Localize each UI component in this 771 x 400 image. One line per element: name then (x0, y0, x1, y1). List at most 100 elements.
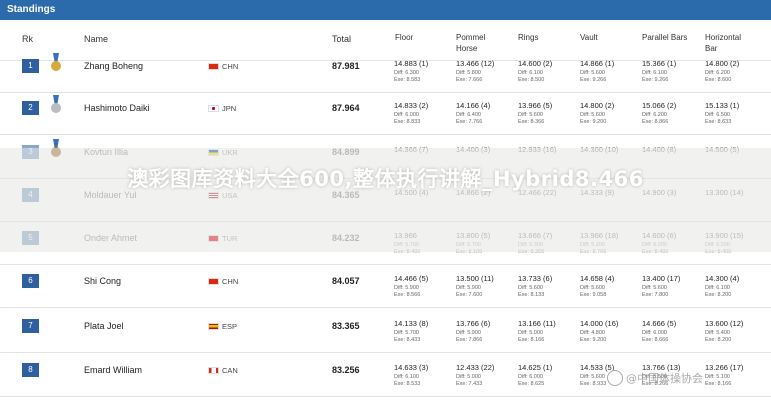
header-floor: Floor (395, 33, 414, 42)
difficulty-score: Diff: 5.800 (456, 70, 481, 76)
header-name: Name (84, 34, 109, 44)
event-score-cell: 13.500 (11) Diff: 5.900 Exe: 7.600 (456, 274, 494, 299)
table-row[interactable]: 7 Plata Joel ESP 83.365 14.133 (8) Diff: 5.70… (0, 310, 771, 353)
weibo-icon (607, 370, 623, 386)
nation-code: JPN (222, 104, 237, 113)
rank-badge: 7 (22, 319, 39, 333)
difficulty-score: Diff: 6.000 (642, 330, 667, 336)
event-score-cell: 13.966 (5) Diff: 5.600 Exe: 8.366 (518, 101, 552, 126)
event-score-cell: 15.366 (1) Diff: 6.100 Exe: 9.266 (642, 59, 676, 84)
difficulty-score: Diff: 5.900 (394, 285, 419, 291)
execution-score: Exe: 8.133 (518, 292, 545, 298)
event-score-cell: 14.658 (4) Diff: 5.600 Exe: 9.058 (580, 274, 614, 299)
difficulty-score: Diff: 5.600 (518, 112, 543, 118)
event-score: 13.600 (12) (705, 319, 744, 328)
difficulty-score: Diff: 6.400 (456, 112, 481, 118)
event-score-cell: 15.066 (2) Diff: 6.200 Exe: 8.866 (642, 101, 676, 126)
table-row[interactable]: 2 Hashimoto Daiki JPN 87.964 14.833 (2) Diff:… (0, 92, 771, 135)
execution-score: Exe: 8.666 (642, 337, 669, 343)
athlete-name[interactable]: Plata Joel (84, 321, 124, 331)
difficulty-score: Diff: 5.600 (580, 112, 605, 118)
athlete-name[interactable]: Zhang Boheng (84, 61, 143, 71)
event-score: 12.433 (22) (456, 363, 495, 372)
event-score-cell: 14.833 (2) Diff: 6.000 Exe: 8.833 (394, 101, 428, 126)
table-row[interactable]: 1 Zhang Boheng CHN 87.981 14.883 (1) Diff: 6.… (0, 50, 771, 93)
difficulty-score: Diff: 4.800 (580, 330, 605, 336)
overlay-caption: 澳彩图库资料大全600,整体执行讲解_Hybrid8.466 (127, 167, 644, 191)
athlete-name[interactable]: Emard William (84, 365, 142, 375)
event-score: 14.533 (5) (580, 363, 615, 372)
difficulty-score: Diff: 6.000 (518, 374, 543, 380)
event-score: 15.366 (1) (642, 59, 677, 68)
event-score: 13.266 (17) (705, 363, 744, 372)
execution-score: Exe: 8.633 (705, 119, 732, 125)
header-rings: Rings (518, 33, 539, 42)
event-score: 14.633 (3) (394, 363, 429, 372)
rank-badge: 1 (22, 59, 39, 73)
event-score: 14.300 (4) (705, 274, 740, 283)
event-score-cell: 14.000 (16) Diff: 4.800 Exe: 9.200 (580, 319, 618, 344)
execution-score: Exe: 7.866 (456, 337, 483, 343)
difficulty-score: Diff: 6.100 (642, 70, 667, 76)
event-score: 13.400 (17) (642, 274, 681, 283)
event-score: 14.133 (8) (394, 319, 429, 328)
event-score-cell: 14.625 (1) Diff: 6.000 Exe: 8.625 (518, 363, 552, 388)
difficulty-score: Diff: 5.900 (456, 285, 481, 291)
execution-score: Exe: 8.566 (394, 292, 421, 298)
event-score: 13.733 (6) (518, 274, 553, 283)
execution-score: Exe: 8.625 (518, 381, 545, 387)
flag-icon (208, 105, 219, 112)
difficulty-score: Diff: 6.000 (394, 112, 419, 118)
event-score: 14.166 (4) (456, 101, 491, 110)
table-row[interactable]: 6 Shi Cong CHN 84.057 14.466 (5) Diff: 5.900 E… (0, 265, 771, 308)
execution-score: Exe: 8.200 (705, 337, 732, 343)
event-score-cell: 14.866 (1) Diff: 5.600 Exe: 9.266 (580, 59, 614, 84)
event-score: 13.166 (11) (518, 319, 556, 328)
execution-score: Exe: 7.600 (456, 292, 483, 298)
difficulty-score: Diff: 5.700 (394, 330, 419, 336)
execution-score: Exe: 8.433 (394, 337, 421, 343)
difficulty-score: Diff: 5.100 (705, 374, 730, 380)
nation-code: CHN (222, 62, 239, 71)
execution-score: Exe: 8.500 (518, 77, 545, 83)
event-score-cell: 13.400 (17) Diff: 5.600 Exe: 7.800 (642, 274, 680, 299)
event-score-cell: 14.800 (2) Diff: 5.600 Exe: 9.200 (580, 101, 614, 126)
nation-code: CHN (222, 277, 239, 286)
athlete-name[interactable]: Hashimoto Daiki (84, 103, 150, 113)
difficulty-score: Diff: 5.000 (456, 374, 481, 380)
execution-score: Exe: 8.366 (518, 119, 545, 125)
event-score: 13.466 (12) (456, 59, 495, 68)
flag-icon (208, 63, 219, 70)
header-rank: Rk (22, 34, 33, 44)
execution-score: Exe: 8.533 (394, 381, 421, 387)
event-score: 14.000 (16) (580, 319, 619, 328)
event-score-cell: 14.300 (4) Diff: 6.100 Exe: 8.200 (705, 274, 739, 299)
event-score: 15.066 (2) (642, 101, 677, 110)
execution-score: Exe: 7.800 (642, 292, 669, 298)
header-total: Total (332, 34, 352, 44)
total-score: 83.365 (332, 321, 360, 331)
standings-title-bar: Standings (0, 0, 771, 20)
athlete-name[interactable]: Shi Cong (84, 276, 121, 286)
event-score: 13.500 (11) (456, 274, 494, 283)
event-score: 14.866 (1) (580, 59, 615, 68)
event-score-cell: 14.166 (4) Diff: 6.400 Exe: 7.766 (456, 101, 490, 126)
event-score: 14.466 (5) (394, 274, 429, 283)
event-score-cell: 14.633 (3) Diff: 6.100 Exe: 8.533 (394, 363, 428, 388)
event-score-cell: 14.883 (1) Diff: 6.300 Exe: 8.583 (394, 59, 428, 84)
event-score-cell: 14.466 (5) Diff: 5.900 Exe: 8.566 (394, 274, 428, 299)
event-score: 14.600 (2) (518, 59, 553, 68)
flag-icon (208, 367, 219, 374)
difficulty-score: Diff: 6.100 (518, 70, 543, 76)
event-score: 13.766 (6) (456, 319, 491, 328)
execution-score: Exe: 9.266 (580, 77, 607, 83)
difficulty-score: Diff: 5.600 (580, 285, 605, 291)
difficulty-score: Diff: 6.100 (394, 374, 419, 380)
gold-medal-icon (50, 53, 62, 77)
execution-score: Exe: 9.266 (642, 77, 669, 83)
difficulty-score: Diff: 5.600 (518, 285, 543, 291)
total-score: 83.256 (332, 365, 360, 375)
execution-score: Exe: 7.433 (456, 381, 483, 387)
total-score: 87.981 (332, 61, 360, 71)
silver-medal-icon (50, 95, 62, 119)
